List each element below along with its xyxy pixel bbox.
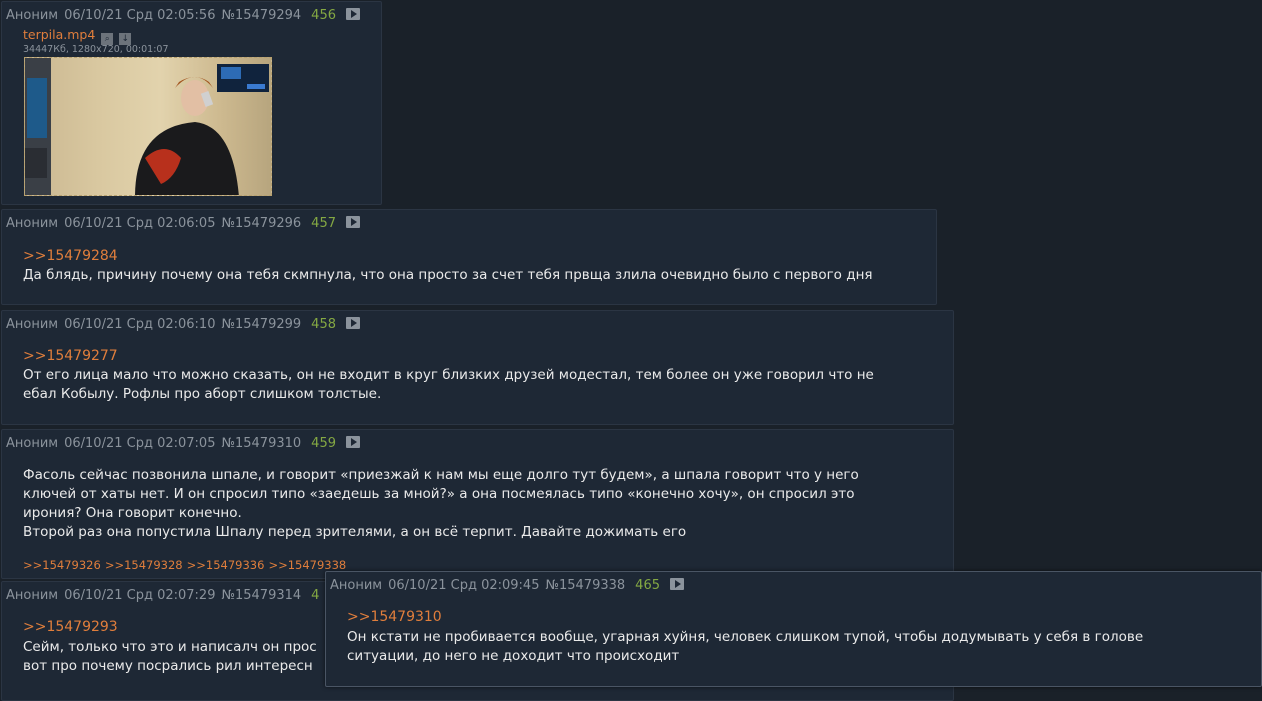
backlink[interactable]: >>15479338 [268, 558, 346, 572]
post-line: Да блядь, причину почему она тебя скмпну… [23, 267, 873, 283]
file-entry: terpila.mp4 ⌕ ↓ [23, 27, 132, 45]
backlink[interactable]: >>15479336 [187, 558, 265, 572]
post-count: 456 [311, 8, 336, 23]
post-line: От его лица мало что можно сказать, он н… [23, 367, 874, 383]
post-header: Аноним 06/10/21 Срд 02:06:10 №15479299 458 [6, 317, 366, 332]
play-icon[interactable] [346, 8, 360, 20]
reply-link[interactable]: >>15479293 [23, 619, 118, 635]
post-line: Фасоль сейчас позвонила шпале, и говорит… [23, 467, 859, 483]
post-15479310: Аноним 06/10/21 Срд 02:07:05 №15479310 459 … [1, 429, 954, 579]
post-author: Аноним [6, 8, 59, 23]
post-author: Аноним [330, 578, 383, 593]
post-header: Аноним 06/10/21 Срд 02:06:05 №15479296 457 [6, 216, 366, 231]
post-date: 06/10/21 Срд 02:05:56 [64, 8, 216, 23]
post-15479296: Аноним 06/10/21 Срд 02:06:05 №15479296 457 … [1, 209, 937, 305]
post-author: Аноним [6, 317, 59, 332]
post-header: Аноним 06/10/21 Срд 02:07:05 №15479310 459 [6, 436, 366, 451]
post-author: Аноним [6, 588, 59, 603]
post-number[interactable]: №15479310 [221, 436, 301, 451]
post-line: ключей от хаты нет. И он спросил типо «з… [23, 486, 855, 502]
file-meta: 34447Кб, 1280x720, 00:01:07 [23, 44, 169, 55]
play-icon[interactable] [346, 317, 360, 329]
post-number[interactable]: №15479338 [545, 578, 625, 593]
post-15479299: Аноним 06/10/21 Срд 02:06:10 №15479299 458 … [1, 310, 954, 425]
reply-link[interactable]: >>15479277 [23, 348, 118, 364]
play-icon[interactable] [670, 578, 684, 590]
post-header: Аноним 06/10/21 Срд 02:09:45 №15479338 465 [330, 578, 690, 593]
post-count: 465 [635, 578, 660, 593]
play-icon[interactable] [346, 216, 360, 228]
video-thumbnail-image [25, 58, 269, 195]
post-line: Он кстати не пробивается вообще, угарная… [347, 629, 1144, 645]
post-date: 06/10/21 Срд 02:06:10 [64, 317, 216, 332]
post-date: 06/10/21 Срд 02:09:45 [388, 578, 540, 593]
post-line: ситуации, до него не доходит что происхо… [347, 648, 680, 664]
backlink[interactable]: >>15479326 [23, 558, 101, 572]
post-body: От его лица мало что можно сказать, он н… [23, 366, 939, 404]
post-author: Аноним [6, 436, 59, 451]
backlinks: >>15479326 >>15479328 >>15479336 >>15479338 [23, 558, 350, 572]
post-number[interactable]: №15479294 [221, 8, 301, 23]
post-number[interactable]: №15479296 [221, 216, 301, 231]
post-preview-popup: Аноним 06/10/21 Срд 02:09:45 №15479338 465 … [325, 571, 1262, 687]
post-number[interactable]: №15479299 [221, 317, 301, 332]
post-date: 06/10/21 Срд 02:06:05 [64, 216, 216, 231]
post-header: Аноним 06/10/21 Срд 02:07:29 №15479314 4 [6, 588, 325, 603]
post-15479294: Аноним 06/10/21 Срд 02:05:56 №15479294 456 … [1, 1, 382, 205]
post-line: ирония? Она говорит конечно. [23, 505, 242, 521]
post-count: 4 [311, 588, 320, 603]
reply-link[interactable]: >>15479310 [347, 609, 442, 625]
post-count: 457 [311, 216, 336, 231]
post-line: Второй раз она попустила Шпалу перед зри… [23, 524, 687, 540]
file-name-link[interactable]: terpila.mp4 [23, 27, 95, 42]
post-author: Аноним [6, 216, 59, 231]
video-thumbnail[interactable] [24, 57, 272, 196]
post-body: Да блядь, причину почему она тебя скмпну… [23, 266, 922, 285]
play-icon[interactable] [346, 436, 360, 448]
backlink[interactable]: >>15479328 [105, 558, 183, 572]
post-header: Аноним 06/10/21 Срд 02:05:56 №15479294 456 [6, 8, 366, 23]
post-line: ебал Кобылу. Рофлы про аборт слишком тол… [23, 386, 382, 402]
post-date: 06/10/21 Срд 02:07:29 [64, 588, 216, 603]
reply-link[interactable]: >>15479284 [23, 248, 118, 264]
post-number[interactable]: №15479314 [221, 588, 301, 603]
post-count: 459 [311, 436, 336, 451]
post-date: 06/10/21 Срд 02:07:05 [64, 436, 216, 451]
post-count: 458 [311, 317, 336, 332]
post-body: Он кстати не пробивается вообще, угарная… [347, 628, 1247, 666]
post-body: Фасоль сейчас позвонила шпале, и говорит… [23, 466, 939, 542]
